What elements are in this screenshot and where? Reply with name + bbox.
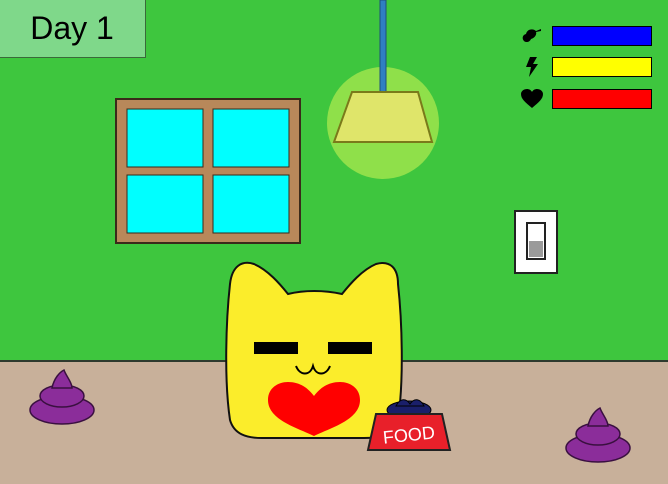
hunger-bar — [552, 26, 652, 46]
cat-right-eye — [328, 342, 372, 354]
light-switch[interactable] — [514, 210, 558, 274]
food-bowl[interactable]: FOOD — [366, 396, 452, 454]
lamp-cord — [379, 0, 387, 101]
energy-bar — [552, 57, 652, 77]
health-bar-fill — [553, 90, 651, 108]
health-stat — [520, 88, 652, 110]
poop-left[interactable] — [28, 368, 98, 428]
hunger-bar-fill — [553, 27, 651, 45]
day-label: Day 1 — [30, 9, 114, 46]
drumstick-icon — [520, 25, 544, 47]
window — [115, 98, 301, 244]
hunger-stat — [520, 25, 652, 47]
poop-right[interactable] — [564, 406, 634, 466]
lightning-icon — [520, 56, 544, 78]
day-counter: Day 1 — [0, 0, 146, 58]
energy-bar-fill — [553, 58, 651, 76]
energy-stat — [520, 56, 652, 78]
heart-icon — [520, 88, 544, 110]
ceiling-lamp[interactable] — [326, 0, 442, 182]
health-bar — [552, 89, 652, 109]
lamp-shade — [332, 91, 434, 143]
cat-left-eye — [254, 342, 298, 354]
